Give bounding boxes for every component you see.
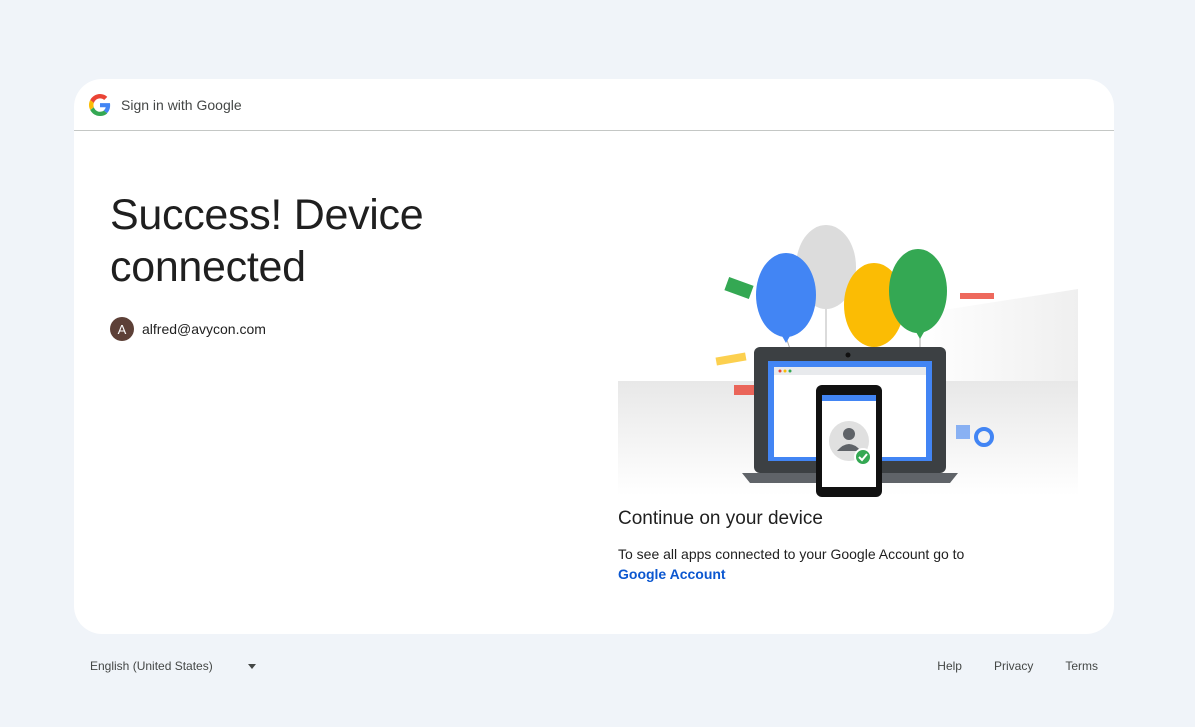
privacy-link[interactable]: Privacy <box>994 659 1033 673</box>
google-g-icon <box>89 93 111 116</box>
card-header: Sign in with Google <box>74 79 1114 131</box>
account-email: alfred@avycon.com <box>142 321 266 337</box>
language-select[interactable]: English (United States) <box>90 659 256 673</box>
google-account-link[interactable]: Google Account <box>618 564 726 584</box>
avatar: A <box>110 317 134 341</box>
page-title: Success! Device connected <box>110 191 424 291</box>
side-panel: Continue on your device To see all apps … <box>618 219 1078 584</box>
help-link[interactable]: Help <box>937 659 962 673</box>
language-label: English (United States) <box>90 659 213 673</box>
chevron-down-icon <box>248 663 256 669</box>
main-content: Success! Device connected A alfred@avyco… <box>110 189 530 341</box>
sign-in-card: Sign in with Google Success! Device conn… <box>74 79 1114 634</box>
header-title: Sign in with Google <box>121 96 242 113</box>
panel-subtitle: Continue on your device <box>618 508 823 529</box>
footer: English (United States) Help Privacy Ter… <box>90 656 1098 676</box>
panel-description: To see all apps connected to your Google… <box>618 544 1078 584</box>
device-connected-illustration <box>618 225 1078 497</box>
footer-links: Help Privacy Terms <box>905 659 1098 673</box>
account-chip: A alfred@avycon.com <box>110 317 530 341</box>
terms-link[interactable]: Terms <box>1065 659 1098 673</box>
panel-description-text: To see all apps connected to your Google… <box>618 546 965 562</box>
